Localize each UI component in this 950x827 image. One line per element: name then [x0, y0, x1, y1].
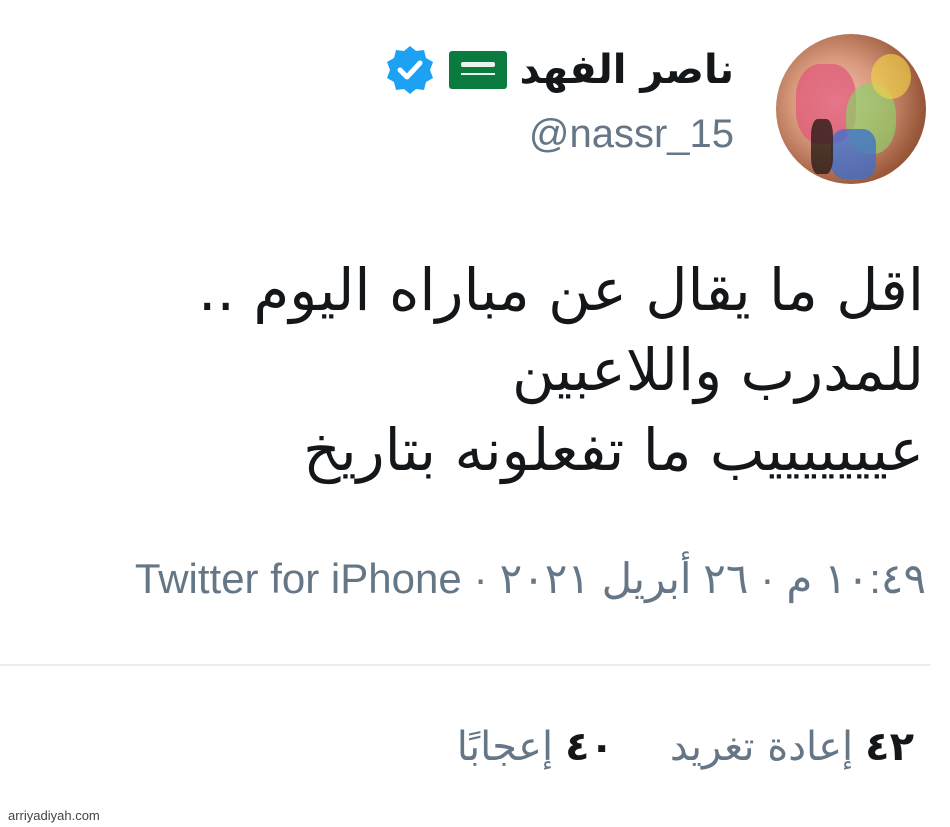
likes-label: إعجابًا	[456, 724, 554, 770]
tweet-meta: ١٠:٤٩ م · ٢٦ أبريل ٢٠٢١ · Twitter for iP…	[135, 554, 926, 603]
divider	[0, 664, 930, 666]
flag-script	[461, 62, 496, 67]
user-handle[interactable]: @nassr_15	[529, 112, 734, 157]
user-name-row[interactable]: ناصر الفهد	[383, 40, 734, 100]
tweet-text-line: عيييييييب ما تفعلونه بتاريخ	[303, 416, 924, 484]
tweet-text-line: للمدرب واللاعبين	[511, 336, 924, 404]
likes-count: ٤٠	[565, 724, 614, 770]
tweet-date[interactable]: ٢٦ أبريل ٢٠٢١	[500, 554, 749, 603]
tweet-text-line: اقل ما يقال عن مباراه اليوم ..	[198, 256, 924, 324]
avatar-shape	[811, 119, 833, 174]
likes-stat[interactable]: ٤٠ إعجابًا	[457, 724, 614, 770]
retweets-count: ٤٢	[865, 724, 914, 770]
tweet-time[interactable]: ١٠:٤٩ م	[786, 554, 926, 603]
watermark: arriyadiyah.com	[8, 808, 100, 823]
retweets-stat[interactable]: ٤٢ إعادة تغريد	[670, 724, 914, 770]
saudi-flag-icon	[449, 51, 508, 89]
display-name[interactable]: ناصر الفهد	[519, 50, 734, 90]
avatar-shape	[831, 129, 876, 179]
tweet-text: اقل ما يقال عن مباراه اليوم .. للمدرب وا…	[4, 250, 924, 490]
avatar[interactable]	[776, 34, 926, 184]
flag-sword	[461, 73, 496, 75]
retweets-label: إعادة تغريد	[669, 724, 854, 770]
avatar-shape	[871, 54, 911, 99]
tweet-card: ناصر الفهد @nassr_15 اقل ما يقال عن مبار…	[0, 0, 950, 827]
tweet-stats: ٤٢ إعادة تغريد ٤٠ إعجابًا	[457, 724, 914, 770]
verified-badge-icon	[383, 43, 437, 97]
meta-separator: ·	[473, 554, 488, 602]
meta-separator: ·	[760, 554, 775, 602]
tweet-source[interactable]: Twitter for iPhone	[135, 555, 462, 603]
